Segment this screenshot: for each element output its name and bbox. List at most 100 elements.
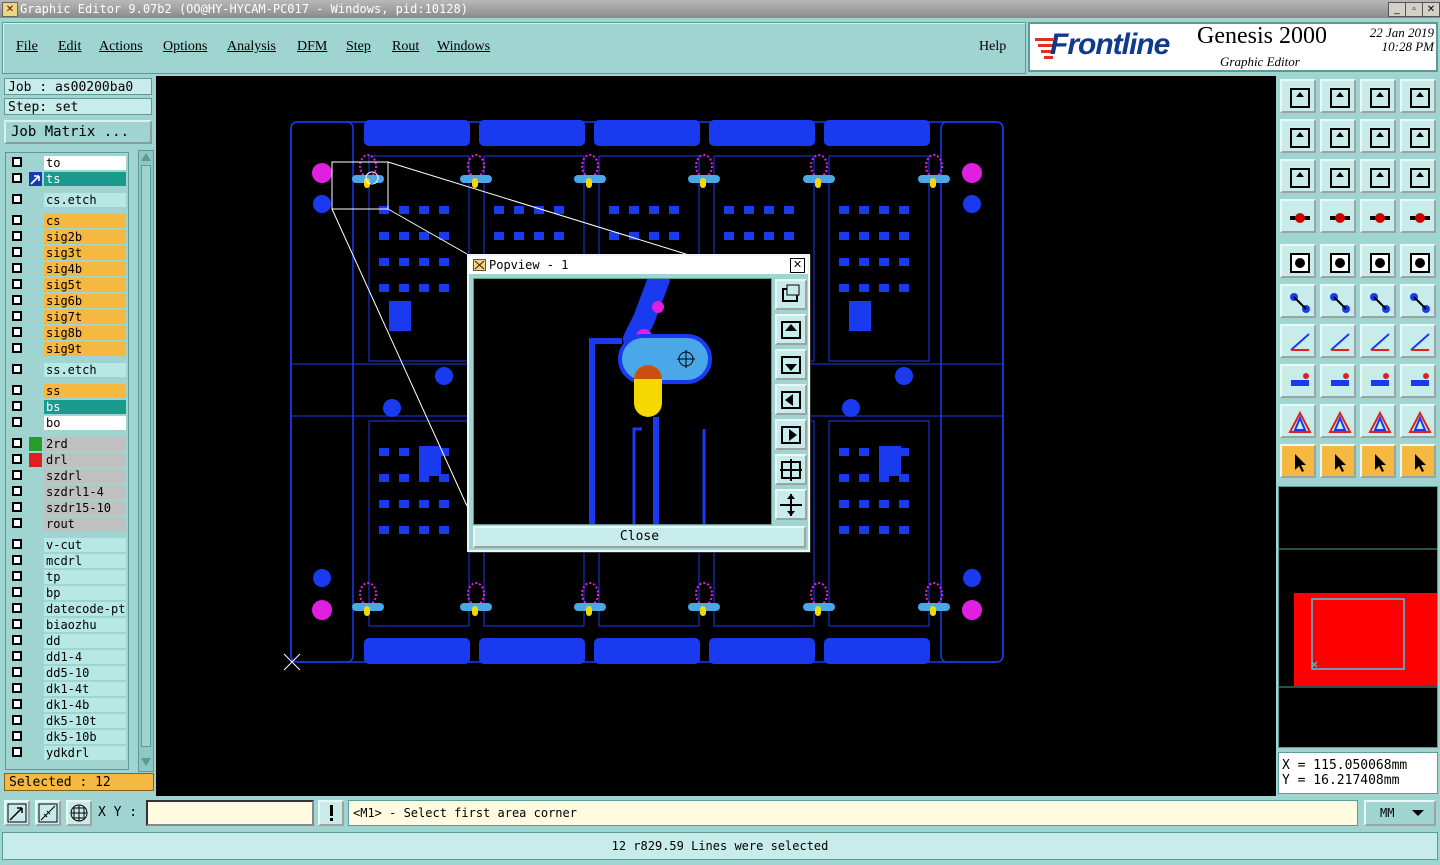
undo-icon[interactable] [1280,119,1316,153]
layer-name[interactable]: rout [44,517,126,531]
layer-name[interactable]: dk1-4t [44,682,126,696]
layer-color-swatch[interactable] [29,666,42,680]
layer-row-sig9t[interactable]: sig9t [8,342,126,356]
add-icon[interactable] [1280,364,1316,398]
menu-step[interactable]: Step [346,39,371,55]
layer-name[interactable]: dd1-4 [44,650,126,664]
menu-edit[interactable]: Edit [58,39,81,55]
layer-name[interactable]: sig2b [44,230,126,244]
popview-pan-down-icon[interactable] [775,349,807,380]
layer-row-mcdrl[interactable]: mcdrl [8,554,126,568]
move-icon[interactable] [1360,284,1396,318]
zoom-fit-icon[interactable] [1280,159,1316,193]
select-box-icon[interactable] [1320,444,1356,478]
menu-windows[interactable]: Windows [437,39,490,55]
home-up-icon[interactable] [1280,79,1316,113]
window-icon[interactable] [1400,79,1436,113]
layer-row-datecode-ptc[interactable]: datecode-ptc [8,602,126,616]
layer-checkbox[interactable] [12,194,22,204]
layer-row-dk5-10b[interactable]: dk5-10b [8,730,126,744]
layer-color-swatch[interactable] [29,363,42,377]
layer-row-dk5-10t[interactable]: dk5-10t [8,714,126,728]
menu-actions[interactable]: Actions [99,39,143,55]
menu-rout[interactable]: Rout [392,39,419,55]
snap-icon[interactable] [4,800,30,826]
layer-checkbox[interactable] [12,587,22,597]
popview-pan-right-icon[interactable] [775,419,807,450]
layer-scrollbar[interactable] [138,150,154,772]
layer-checkbox[interactable] [12,731,22,741]
layer-checkbox[interactable] [12,295,22,305]
connect-icon[interactable] [1280,284,1316,318]
layer-checkbox[interactable] [12,401,22,411]
layer-color-swatch[interactable] [29,294,42,308]
popview-pan-left-icon[interactable] [775,384,807,415]
layer-checkbox[interactable] [12,502,22,512]
layer-row-szdrl1-4[interactable]: szdrl1-4 [8,485,126,499]
layer-row-sig5t[interactable]: sig5t [8,278,126,292]
layer-color-swatch[interactable] [29,746,42,760]
layer-name[interactable]: sig4b [44,262,126,276]
layer-color-swatch[interactable] [29,618,42,632]
layer-checkbox[interactable] [12,539,22,549]
draw-line-icon[interactable] [1320,244,1356,278]
layer-name[interactable]: drl [44,453,126,467]
layer-color-swatch[interactable] [29,602,42,616]
layer-checkbox[interactable] [12,454,22,464]
layer-name[interactable]: sig3t [44,246,126,260]
layer-row-ss[interactable]: ss [8,384,126,398]
layer-row-dd[interactable]: dd [8,634,126,648]
layer-name[interactable]: dk1-4b [44,698,126,712]
layer-checkbox[interactable] [12,327,22,337]
popview-viewport[interactable] [473,268,772,525]
layer-name[interactable]: szdr15-10 [44,501,126,515]
layer-color-swatch[interactable] [29,193,42,207]
layer-name[interactable]: sig9t [44,342,126,356]
layer-color-swatch[interactable] [29,156,42,170]
ruler-icon[interactable] [1360,244,1396,278]
layer-row-bp[interactable]: bp [8,586,126,600]
dropdown-icon[interactable] [1410,808,1426,818]
layer-name[interactable]: sig8b [44,326,126,340]
minimize-button[interactable]: _ [1388,2,1406,17]
layer-color-swatch[interactable] [29,682,42,696]
layer-row-rout[interactable]: rout [8,517,126,531]
layer-row-cs.etch[interactable]: cs.etch [8,193,126,207]
layer-name[interactable]: dd5-10 [44,666,126,680]
layer-name[interactable]: sig5t [44,278,126,292]
layer-row-dk1-4t[interactable]: dk1-4t [8,682,126,696]
layer-name[interactable]: cs.etch [44,193,126,207]
edit-tool-icon[interactable] [1280,199,1316,233]
layer-row-bo[interactable]: bo [8,416,126,430]
popview-pan-up-icon[interactable] [775,314,807,345]
layer-color-swatch[interactable] [29,326,42,340]
alert-icon[interactable] [318,800,344,826]
layer-row-v-cut[interactable]: v-cut [8,538,126,552]
layer-row-szdr15-10[interactable]: szdr15-10 [8,501,126,515]
layer-color-swatch[interactable] [29,453,42,467]
layer-color-swatch[interactable] [29,262,42,276]
layer-row-sig2b[interactable]: sig2b [8,230,126,244]
route-icon[interactable] [1400,444,1436,478]
layer-checkbox[interactable] [12,247,22,257]
layer-row-ss.etch[interactable]: ss.etch [8,363,126,377]
layer-checkbox[interactable] [12,635,22,645]
layer-color-swatch[interactable] [29,634,42,648]
layer-checkbox[interactable] [12,470,22,480]
menu-file[interactable]: File [16,39,38,55]
layer-name[interactable]: datecode-ptc [44,602,126,616]
popview-close-button[interactable]: Close [473,526,806,548]
layer-name[interactable]: to [44,156,126,170]
help-icon[interactable] [1400,159,1436,193]
layer-row-sig6b[interactable]: sig6b [8,294,126,308]
layer-row-sig7t[interactable]: sig7t [8,310,126,324]
highlight-icon[interactable] [1400,199,1436,233]
layer-name[interactable]: cs [44,214,126,228]
select-arrow-icon[interactable] [1280,444,1316,478]
menu-dfm[interactable]: DFM [297,39,327,55]
select-net-icon[interactable] [1360,444,1396,478]
layer-color-swatch[interactable] [29,538,42,552]
feature-select-icon[interactable] [1360,199,1396,233]
layer-name[interactable]: mcdrl [44,554,126,568]
layer-checkbox[interactable] [12,715,22,725]
